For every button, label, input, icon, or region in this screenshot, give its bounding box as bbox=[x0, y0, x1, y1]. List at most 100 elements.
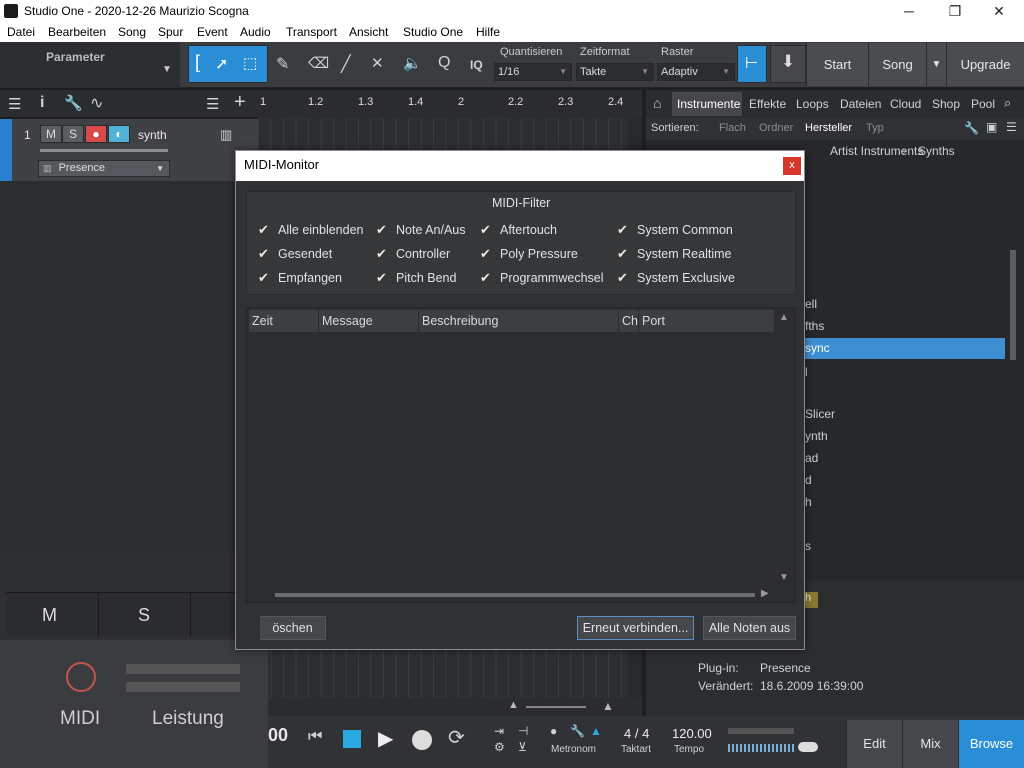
instrument-dropdown[interactable]: ▥ Presence ▼ bbox=[38, 160, 170, 177]
zoom-slider[interactable] bbox=[526, 706, 586, 708]
track-name[interactable]: synth bbox=[138, 128, 167, 142]
sort-type[interactable]: Typ bbox=[866, 122, 884, 134]
minimize-button[interactable]: ─ bbox=[886, 0, 932, 23]
browser-scrollbar[interactable] bbox=[1010, 250, 1016, 360]
song-button[interactable]: Song bbox=[868, 43, 926, 86]
filter-controller[interactable]: ✔ Controller bbox=[376, 246, 450, 262]
list-item[interactable]: ell bbox=[805, 297, 817, 311]
quantize-dropdown[interactable]: 1/16 ▼ bbox=[494, 63, 572, 81]
clear-button[interactable]: öschen bbox=[260, 616, 326, 640]
stop-button[interactable] bbox=[343, 730, 361, 748]
all-notes-off-button[interactable]: Alle Noten aus bbox=[703, 616, 796, 640]
column-message[interactable]: Message bbox=[319, 310, 419, 332]
menu-icon[interactable]: ☰ bbox=[8, 95, 21, 113]
range-tool-icon[interactable]: ⬚ bbox=[243, 54, 257, 72]
auto-scroll-button[interactable]: ⬇ bbox=[770, 45, 806, 83]
breadcrumb-artist[interactable]: Artist Instruments bbox=[830, 144, 923, 158]
list-item[interactable]: ad bbox=[805, 451, 818, 465]
gear-icon[interactable]: ⚙ bbox=[494, 740, 505, 754]
edit-button[interactable]: Edit bbox=[846, 720, 902, 768]
breadcrumb-synths[interactable]: Synths bbox=[918, 144, 955, 158]
rewind-icon[interactable]: ⏮ bbox=[308, 728, 322, 746]
pencil-tool-icon[interactable]: ✎ bbox=[276, 54, 289, 74]
loop-icon[interactable]: ⟳ bbox=[448, 725, 465, 750]
timeformat-dropdown[interactable]: Takte ▼ bbox=[576, 63, 654, 81]
metronome-icon[interactable]: ▲ bbox=[590, 724, 602, 738]
scroll-down-icon[interactable]: ▼ bbox=[779, 572, 789, 583]
column-beschreibung[interactable]: Beschreibung bbox=[419, 310, 619, 332]
filter-alle-einblenden[interactable]: ✔ Alle einblenden bbox=[258, 222, 364, 238]
filter-pitch-bend[interactable]: ✔ Pitch Bend bbox=[376, 270, 456, 286]
list-item[interactable]: ynth bbox=[805, 429, 828, 443]
sort-vendor[interactable]: Hersteller bbox=[805, 122, 852, 134]
menu-datei[interactable]: Datei bbox=[7, 25, 35, 39]
column-zeit[interactable]: Zeit bbox=[249, 310, 319, 332]
punch-icon[interactable]: ⇥ bbox=[494, 724, 504, 738]
maximize-button[interactable]: ❐ bbox=[932, 0, 978, 23]
menu-audio[interactable]: Audio bbox=[240, 25, 271, 39]
filter-note-an-aus[interactable]: ✔ Note An/Aus bbox=[376, 222, 466, 238]
list-view-icon[interactable]: ☰ bbox=[1006, 120, 1017, 134]
volume-slider[interactable] bbox=[40, 149, 168, 152]
play-button[interactable]: ▶ bbox=[378, 726, 393, 751]
arrange-zoom-bar[interactable]: ▲ ▲ bbox=[268, 698, 642, 716]
mix-button[interactable]: Mix bbox=[902, 720, 958, 768]
list-item-selected[interactable]: sync bbox=[805, 338, 1005, 359]
menu-studio-one[interactable]: Studio One bbox=[403, 25, 463, 39]
global-solo-button[interactable]: S bbox=[138, 605, 150, 626]
dialog-close-button[interactable]: x bbox=[783, 157, 801, 175]
eraser-tool-icon[interactable]: ⌫ bbox=[308, 54, 329, 72]
parameter-panel[interactable]: Parameter ▼ bbox=[0, 42, 180, 88]
song-menu-chevron-icon[interactable]: ▼ bbox=[926, 43, 946, 86]
menu-hilfe[interactable]: Hilfe bbox=[476, 25, 500, 39]
metronome-dot-icon[interactable]: ● bbox=[550, 724, 557, 738]
info-icon[interactable]: i bbox=[40, 94, 44, 112]
solo-button[interactable]: S bbox=[62, 125, 84, 143]
global-mute-button[interactable]: M bbox=[42, 605, 57, 626]
list-item[interactable]: Slicer bbox=[805, 407, 835, 421]
sort-flat[interactable]: Flach bbox=[719, 122, 746, 134]
menu-ansicht[interactable]: Ansicht bbox=[349, 25, 388, 39]
mute-tool-icon[interactable]: ✕ bbox=[371, 54, 384, 72]
tab-pool[interactable]: Pool bbox=[971, 97, 995, 111]
filter-system-exclusive[interactable]: ✔ System Exclusive bbox=[617, 270, 735, 286]
time-signature[interactable]: 4 / 4 bbox=[624, 726, 649, 741]
zoom-in-icon[interactable]: ▲ bbox=[602, 699, 614, 713]
add-track-icon[interactable]: + bbox=[234, 91, 246, 114]
chevron-down-icon[interactable]: ▼ bbox=[162, 64, 172, 75]
tab-cloud[interactable]: Cloud bbox=[890, 97, 921, 111]
menu-event[interactable]: Event bbox=[197, 25, 228, 39]
filter-system-realtime[interactable]: ✔ System Realtime bbox=[617, 246, 731, 262]
list-item[interactable]: s bbox=[805, 539, 811, 553]
iq-button[interactable]: IQ bbox=[470, 58, 483, 72]
monitor-button[interactable]: ◐ bbox=[108, 125, 130, 143]
search-icon[interactable]: ⌕ bbox=[1004, 95, 1011, 111]
bracket-icon[interactable]: [ bbox=[195, 52, 200, 73]
scroll-up-icon[interactable]: ▲ bbox=[779, 312, 789, 323]
tab-loops[interactable]: Loops bbox=[796, 97, 829, 111]
list-item[interactable]: fths bbox=[805, 319, 824, 333]
filter-poly-pressure[interactable]: ✔ Poly Pressure bbox=[480, 246, 578, 262]
filter-aftertouch[interactable]: ✔ Aftertouch bbox=[480, 222, 557, 238]
snap-button[interactable]: ⊢ bbox=[737, 45, 767, 83]
menu-spur[interactable]: Spur bbox=[158, 25, 183, 39]
zoom-tool-icon[interactable]: Q bbox=[438, 54, 450, 72]
filter-empfangen[interactable]: ✔ Empfangen bbox=[258, 270, 342, 286]
home-icon[interactable]: ⌂ bbox=[653, 95, 661, 111]
list-icon[interactable]: ☰ bbox=[206, 95, 219, 113]
automation-icon[interactable]: ∿ bbox=[90, 93, 103, 113]
menu-transport[interactable]: Transport bbox=[286, 25, 337, 39]
upgrade-button[interactable]: Upgrade bbox=[946, 43, 1024, 86]
list-item[interactable]: d bbox=[805, 473, 812, 487]
filter-programmwechsel[interactable]: ✔ Programmwechsel bbox=[480, 270, 604, 286]
paint-tool-icon[interactable]: ╱ bbox=[341, 54, 351, 74]
sort-folder[interactable]: Ordner bbox=[759, 122, 793, 134]
filter-system-common[interactable]: ✔ System Common bbox=[617, 222, 733, 238]
menu-song[interactable]: Song bbox=[118, 25, 146, 39]
scroll-right-icon[interactable]: ▶ bbox=[761, 588, 769, 599]
arrow-tool-icon[interactable]: ➚ bbox=[215, 54, 228, 74]
wrench-icon[interactable]: 🔧 bbox=[570, 724, 585, 738]
pre-roll-icon[interactable]: ⊻ bbox=[518, 740, 527, 754]
filter-gesendet[interactable]: ✔ Gesendet bbox=[258, 246, 332, 262]
mute-button[interactable]: M bbox=[40, 125, 62, 143]
